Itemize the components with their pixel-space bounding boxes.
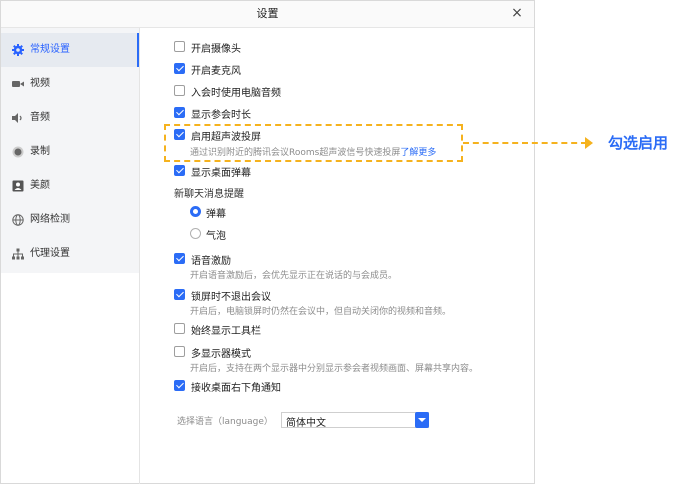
bubble-radio[interactable]	[190, 228, 201, 239]
language-label: 选择语言（language）	[177, 417, 273, 427]
option-label: 锁屏时不退出会议	[191, 292, 271, 303]
annotation-text: 勾选启用	[608, 134, 669, 152]
sidebar-item-label: 代理设置	[30, 248, 70, 259]
window-title: 设置	[256, 7, 279, 20]
option-label: 显示桌面弹幕	[191, 168, 251, 179]
globe-icon	[12, 214, 24, 226]
always-toolbar-checkbox[interactable]	[174, 323, 185, 334]
highlight-box	[164, 124, 463, 162]
video-camera-icon	[12, 81, 24, 87]
sidebar-item-label: 网络检测	[30, 214, 70, 225]
sidebar-divider	[139, 28, 140, 484]
desktop-danmaku-checkbox[interactable]	[174, 165, 185, 176]
option-label: 开启摄像头	[191, 44, 241, 55]
microphone-checkbox[interactable]	[174, 63, 185, 74]
sidebar-item-label: 音频	[30, 112, 50, 123]
option-label: 多显示器模式	[191, 349, 251, 360]
sidebar-item-label: 视频	[30, 78, 50, 89]
record-icon	[12, 146, 24, 158]
chat-reminder-label: 新聊天消息提醒	[174, 189, 244, 200]
sidebar-item-general[interactable]: 常规设置	[1, 33, 139, 67]
sidebar-item-proxy[interactable]: 代理设置	[1, 237, 139, 271]
voice-activation-checkbox[interactable]	[174, 253, 185, 264]
multi-display-checkbox[interactable]	[174, 346, 185, 357]
option-label: 开启麦克风	[191, 66, 241, 77]
sidebar-item-record[interactable]: 录制	[1, 135, 139, 169]
desktop-notification-checkbox[interactable]	[174, 380, 185, 391]
sidebar-item-label: 美颜	[30, 180, 50, 191]
settings-sidebar: 常规设置 视频 音频 录制 美颜 网络检测 代理设置	[1, 28, 139, 273]
multi-display-description: 开启后，支持在两个显示器中分别显示参会者视频画面、屏幕共享内容。	[190, 364, 479, 374]
danmaku-radio[interactable]	[190, 206, 201, 217]
arrow-right-icon	[585, 137, 593, 149]
title-bar: 设置 ×	[1, 1, 534, 28]
meeting-duration-checkbox[interactable]	[174, 107, 185, 118]
computer-audio-checkbox[interactable]	[174, 85, 185, 96]
radio-label: 气泡	[206, 231, 226, 242]
speaker-icon	[12, 113, 22, 123]
lockscreen-checkbox[interactable]	[174, 289, 185, 300]
radio-label: 弹幕	[206, 209, 226, 220]
sidebar-item-label: 录制	[30, 146, 50, 157]
language-select[interactable]: 简体中文	[281, 412, 429, 429]
voice-description: 开启语音激励后，会优先显示正在说话的与会成员。	[190, 271, 398, 281]
sidebar-item-audio[interactable]: 音频	[1, 101, 139, 135]
network-tree-icon	[12, 248, 24, 260]
gear-icon	[12, 44, 24, 56]
camera-checkbox[interactable]	[174, 41, 185, 52]
close-icon[interactable]: ×	[508, 4, 526, 22]
language-select-value: 简体中文	[286, 418, 326, 429]
option-label: 语音激励	[191, 256, 231, 267]
settings-window: 设置 × 常规设置 视频 音频 录制 美颜 网络检测 代理设置	[0, 0, 535, 484]
chevron-down-icon[interactable]	[415, 412, 429, 428]
lockscreen-description: 开启后，电脑锁屏时仍然在会议中，但自动关闭你的视频和音频。	[190, 307, 452, 317]
option-label: 入会时使用电脑音频	[191, 88, 281, 99]
annotation-arrow-line	[463, 142, 587, 144]
option-label: 始终显示工具栏	[191, 326, 261, 337]
portrait-icon	[12, 180, 24, 192]
option-label: 接收桌面右下角通知	[191, 383, 281, 394]
sidebar-item-label: 常规设置	[30, 44, 70, 55]
option-label: 显示参会时长	[191, 110, 251, 121]
sidebar-item-video[interactable]: 视频	[1, 67, 139, 101]
sidebar-item-beauty[interactable]: 美颜	[1, 169, 139, 203]
sidebar-item-network-check[interactable]: 网络检测	[1, 203, 139, 237]
